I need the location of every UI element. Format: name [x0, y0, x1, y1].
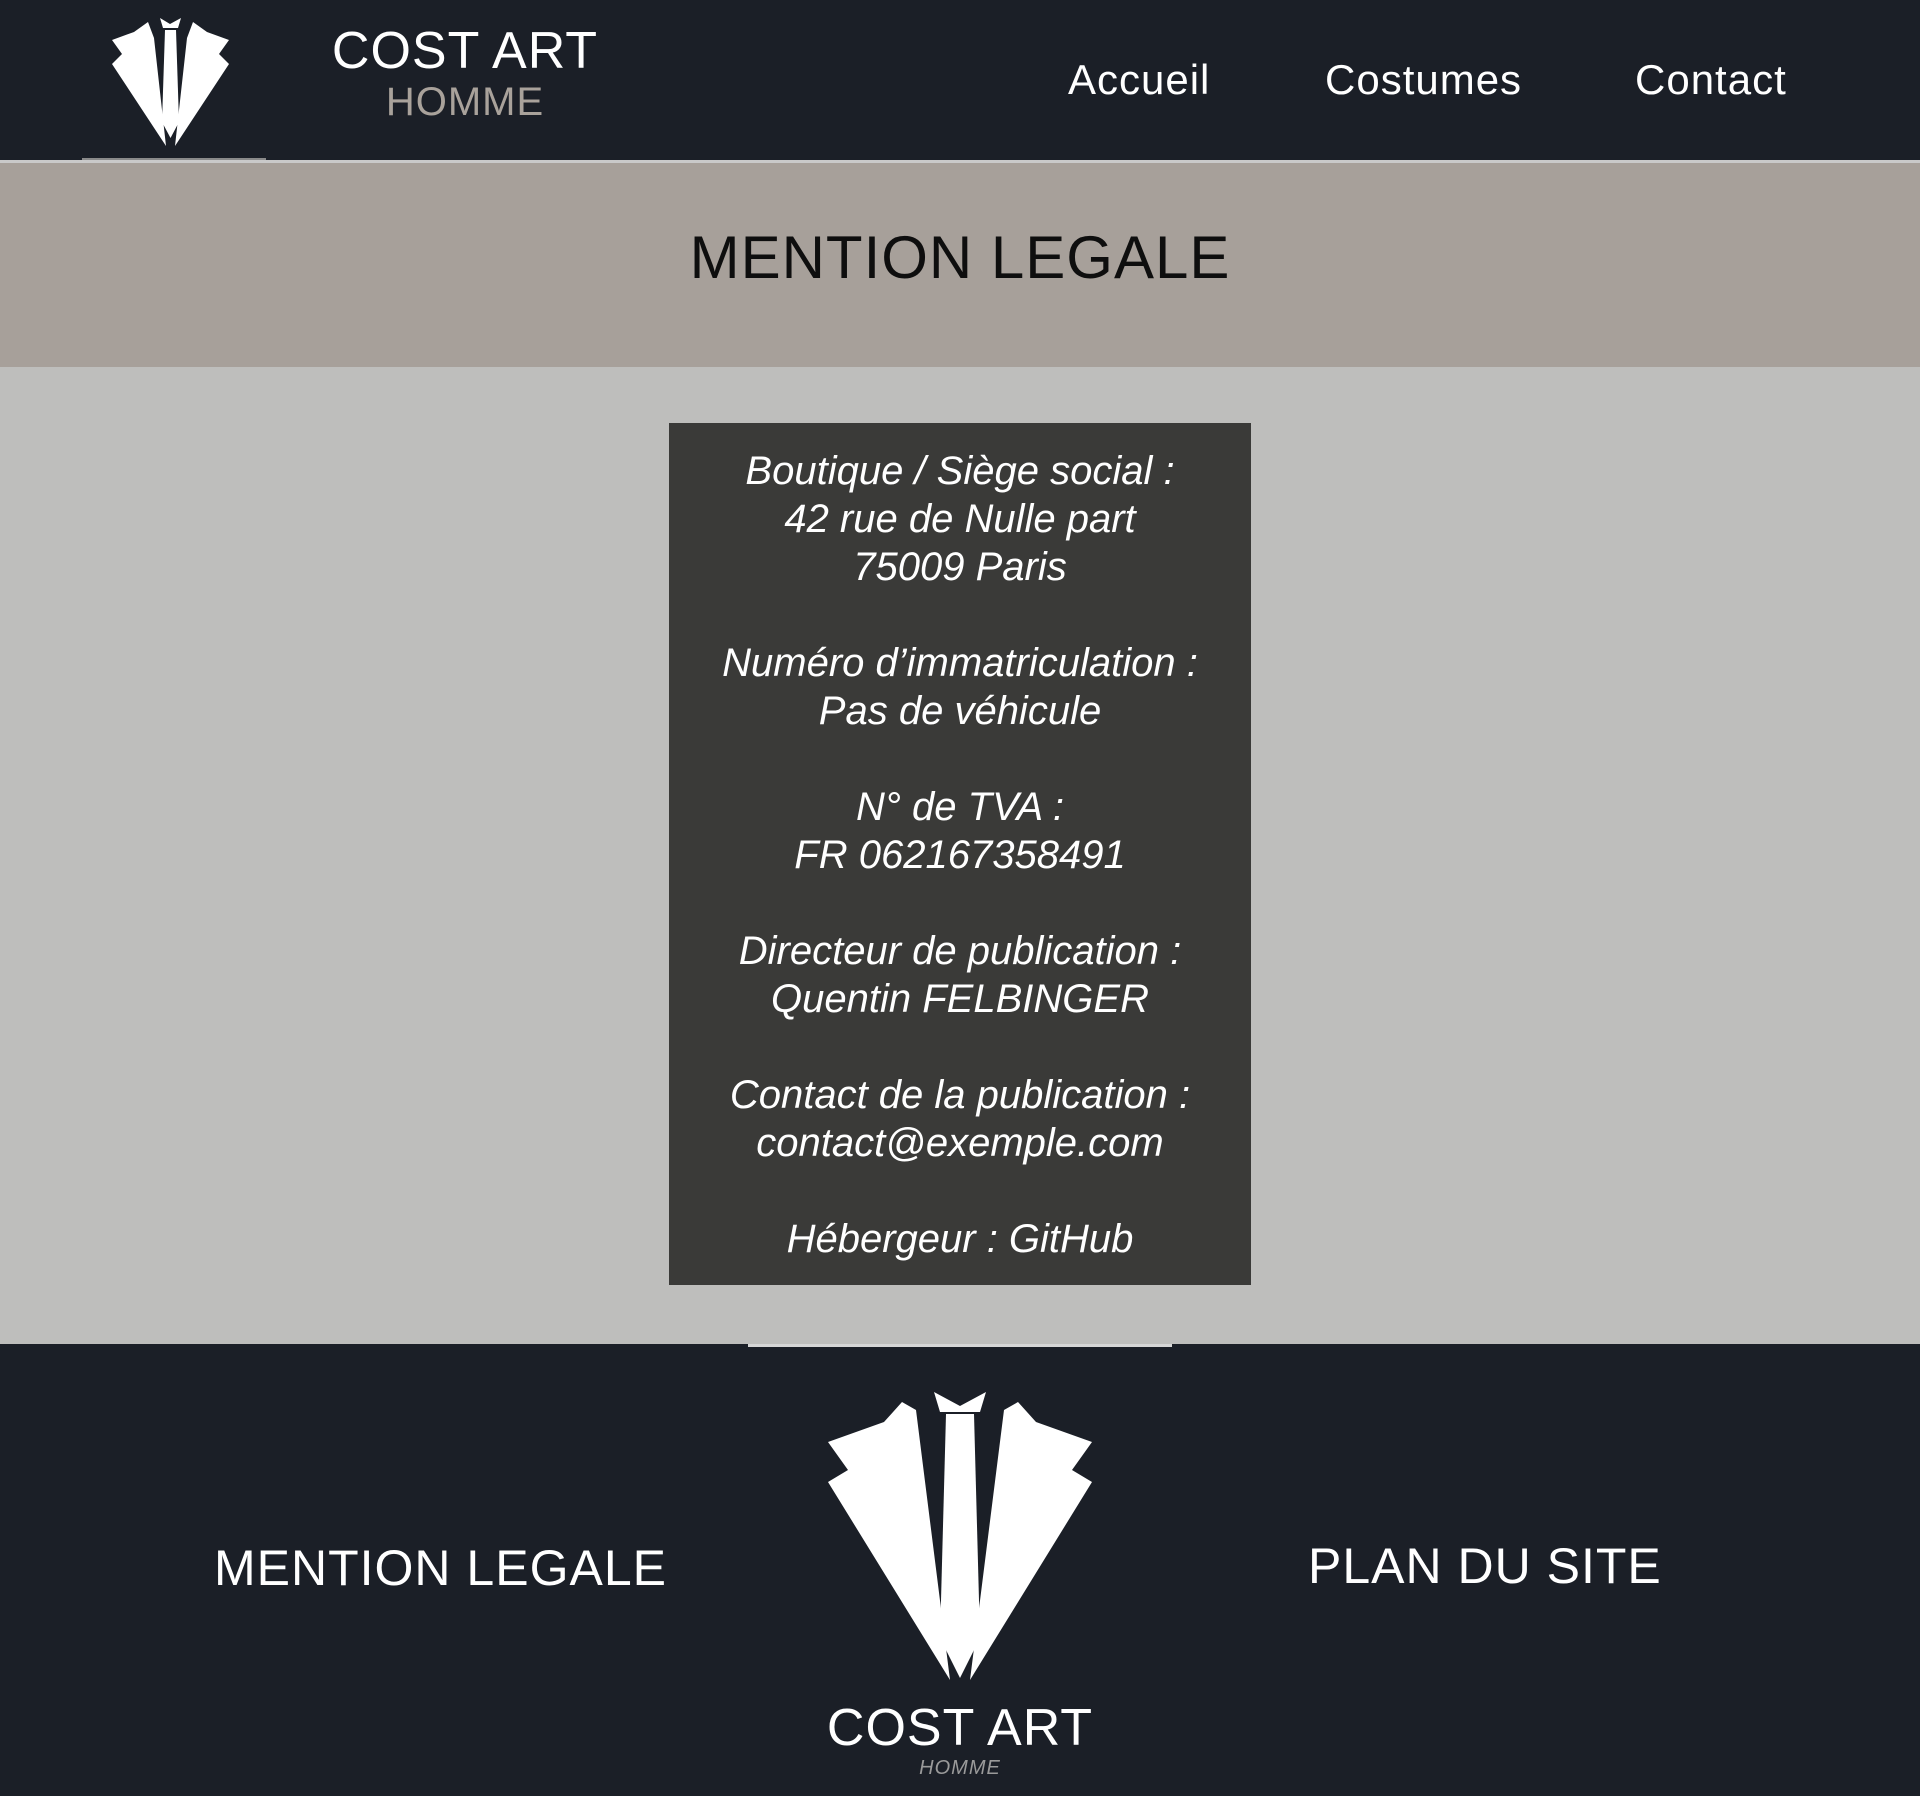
- legal-block-registration: Numéro d’immatriculation : Pas de véhicu…: [669, 639, 1251, 735]
- page-title: MENTION LEGALE: [689, 224, 1231, 291]
- legal-block-address: Boutique / Siège social : 42 rue de Null…: [669, 447, 1251, 591]
- title-band: MENTION LEGALE: [0, 163, 1920, 367]
- legal-value: Pas de véhicule: [818, 689, 1102, 733]
- legal-block-contact: Contact de la publication : contact@exem…: [669, 1071, 1251, 1167]
- legal-contact-email: contact@exemple.com: [756, 1121, 1164, 1165]
- legal-value: 75009 Paris: [853, 545, 1067, 589]
- legal-label: Boutique / Siège social :: [745, 449, 1175, 493]
- footer-divider: [748, 1344, 1172, 1347]
- site-footer: MENTION LEGALE PLAN DU SITE COST ART HOM…: [0, 1344, 1920, 1796]
- legal-label: Contact de la publication :: [729, 1073, 1191, 1117]
- legal-label: N° de TVA :: [856, 785, 1064, 829]
- legal-block-director: Directeur de publication : Quentin FELBI…: [669, 927, 1251, 1023]
- footer-brand-name: COST ART: [826, 1699, 1094, 1757]
- legal-value: Quentin FELBINGER: [771, 977, 1149, 1021]
- legal-value: 42 rue de Nulle part: [784, 497, 1136, 541]
- legal-label: Directeur de publication :: [738, 929, 1182, 973]
- suit-logo-icon: [826, 1388, 1094, 1688]
- footer-link-plan-du-site[interactable]: PLAN DU SITE: [1308, 1536, 1662, 1596]
- nav-link-accueil[interactable]: Accueil: [1068, 52, 1210, 108]
- nav-link-costumes[interactable]: Costumes: [1325, 52, 1522, 108]
- logo-underline: [82, 158, 266, 160]
- site-header: COST ART HOMME Accueil Costumes Contact: [0, 0, 1920, 163]
- footer-brand-sub: HOMME: [919, 1757, 1001, 1779]
- footer-link-mention-legale[interactable]: MENTION LEGALE: [214, 1538, 667, 1598]
- legal-value: FR 062167358491: [794, 833, 1126, 877]
- main-nav: Accueil Costumes Contact: [0, 52, 1920, 112]
- legal-label: Numéro d’immatriculation :: [722, 641, 1198, 685]
- legal-block-host: Hébergeur : GitHub: [669, 1215, 1251, 1263]
- main-content: Boutique / Siège social : 42 rue de Null…: [0, 367, 1920, 1344]
- legal-block-vat: N° de TVA : FR 062167358491: [669, 783, 1251, 879]
- footer-brand: COST ART HOMME: [760, 1700, 1160, 1780]
- legal-host: Hébergeur : GitHub: [786, 1217, 1134, 1261]
- nav-link-contact[interactable]: Contact: [1635, 52, 1787, 108]
- legal-info-card: Boutique / Siège social : 42 rue de Null…: [669, 423, 1251, 1285]
